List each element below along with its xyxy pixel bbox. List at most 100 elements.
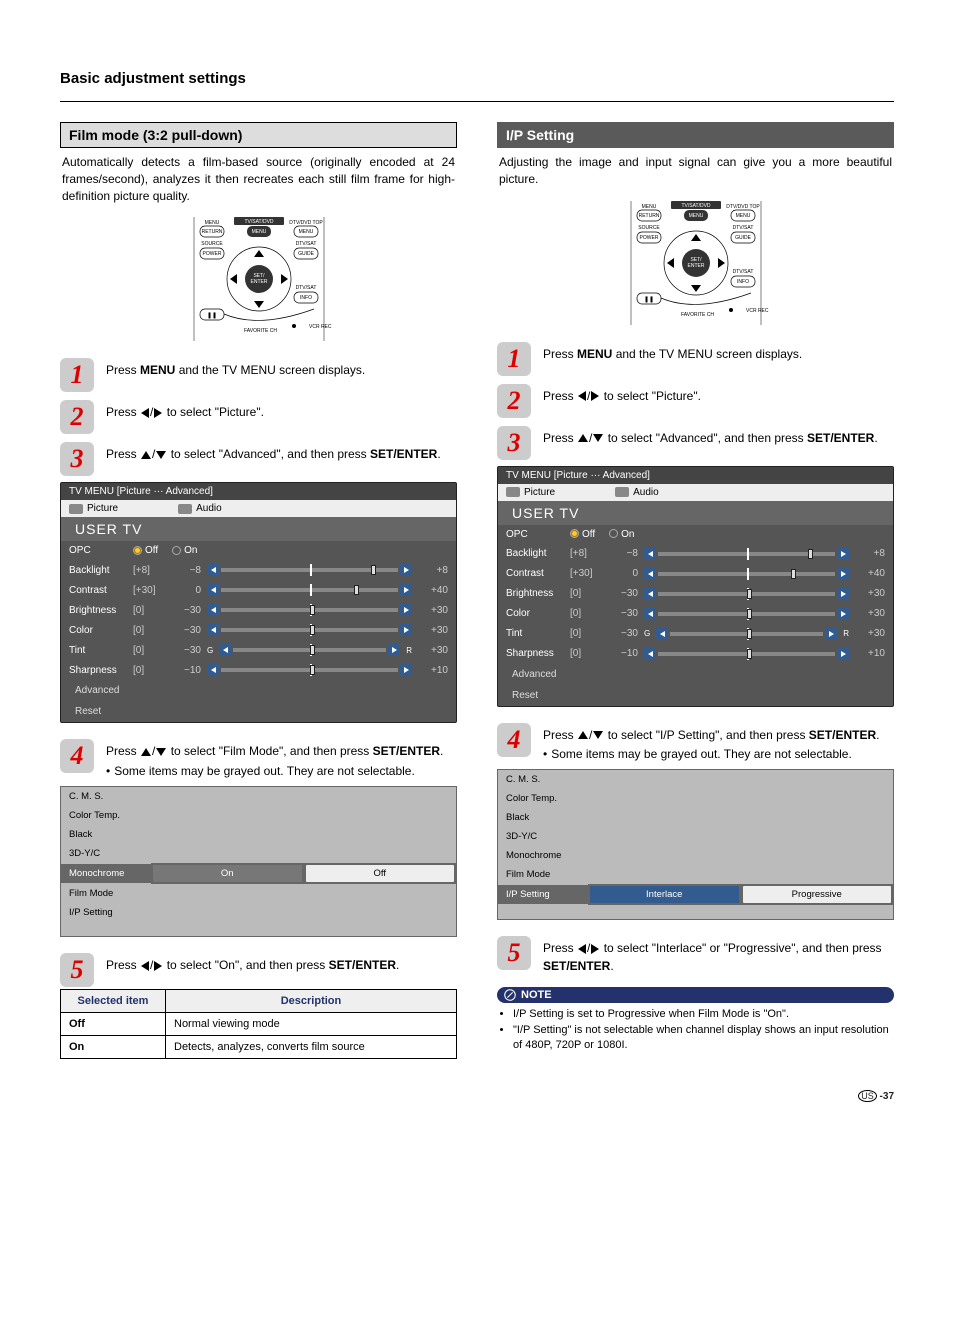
slider-right-icon: [400, 624, 412, 636]
osd-slider-row: Tint[0]−30GR+30: [61, 640, 456, 660]
up-arrow-icon: [578, 434, 588, 442]
step-badge: 3: [60, 442, 94, 476]
step-badge: 5: [497, 936, 531, 970]
divider: [60, 101, 894, 102]
up-arrow-icon: [141, 451, 151, 459]
step-4: 4 Press / to select "I/P Setting", and t…: [497, 723, 894, 764]
slider-left-icon: [207, 624, 219, 636]
slider-right-icon: [837, 548, 849, 560]
remote-diagram: [601, 198, 791, 328]
submenu-row: Color Temp.: [498, 789, 893, 808]
tv-menu-osd: TV MENU [Picture ··· Advanced] Picture A…: [497, 466, 894, 707]
step-3: 3 Press / to select "Advanced", and then…: [497, 426, 894, 460]
page-footer: US -37: [60, 1091, 894, 1102]
slider-right-icon: [837, 588, 849, 600]
down-arrow-icon: [156, 748, 166, 756]
submenu-row: 3D-Y/C: [61, 844, 456, 863]
section-header-film-mode: Film mode (3:2 pull-down): [60, 122, 457, 148]
right-arrow-icon: [154, 408, 162, 418]
step-badge: 5: [60, 953, 94, 987]
step-badge: 4: [497, 723, 531, 757]
step-badge: 1: [60, 358, 94, 392]
osd-slider-row: Contrast[+30]0+40: [498, 564, 893, 584]
step-1: 1 Press MENU and the TV MENU screen disp…: [60, 358, 457, 392]
tv-menu-osd: TV MENU [Picture ··· Advanced] Picture A…: [60, 482, 457, 723]
left-column: Film mode (3:2 pull-down) Automatically …: [60, 122, 457, 1071]
left-arrow-icon: [578, 944, 586, 954]
slider-left-icon: [644, 608, 656, 620]
step-badge: 3: [497, 426, 531, 460]
advanced-submenu: C. M. S.Color Temp.Black3D-Y/CMonochrome…: [497, 769, 894, 920]
osd-breadcrumb: TV MENU [Picture ··· Advanced]: [61, 483, 456, 500]
slider-right-icon: [400, 564, 412, 576]
osd-slider-row: Backlight[+8]−8+8: [61, 560, 456, 580]
step-3: 3 Press / to select "Advanced", and then…: [60, 442, 457, 476]
audio-tab-icon: [615, 487, 629, 497]
film-mode-table: Selected itemDescription OffNormal viewi…: [60, 989, 457, 1059]
slider-left-icon: [656, 628, 668, 640]
submenu-row: Monochrome: [498, 846, 893, 865]
page-title: Basic adjustment settings: [60, 70, 894, 87]
osd-slider-row: Sharpness[0]−10+10: [61, 660, 456, 680]
right-arrow-icon: [591, 391, 599, 401]
slider-left-icon: [207, 604, 219, 616]
slider-left-icon: [219, 644, 231, 656]
submenu-row: MonochromeOnOff: [61, 863, 456, 884]
submenu-row: Black: [61, 825, 456, 844]
submenu-row: Film Mode: [61, 884, 456, 903]
right-arrow-icon: [591, 944, 599, 954]
osd-opc-row: OPC Off On: [498, 525, 893, 544]
slider-left-icon: [644, 648, 656, 660]
slider-right-icon: [837, 608, 849, 620]
slider-left-icon: [207, 664, 219, 676]
osd-advanced: Advanced: [61, 680, 456, 701]
down-arrow-icon: [593, 731, 603, 739]
advanced-submenu: C. M. S.Color Temp.Black3D-Y/CMonochrome…: [60, 786, 457, 937]
submenu-row: I/P Setting: [61, 903, 456, 922]
slider-left-icon: [644, 588, 656, 600]
step-1: 1 Press MENU and the TV MENU screen disp…: [497, 342, 894, 376]
note-item: I/P Setting is set to Progressive when F…: [513, 1007, 894, 1022]
slider-left-icon: [644, 568, 656, 580]
slider-right-icon: [837, 568, 849, 580]
slider-right-icon: [388, 644, 400, 656]
down-arrow-icon: [593, 434, 603, 442]
left-arrow-icon: [141, 961, 149, 971]
picture-tab-icon: [69, 504, 83, 514]
slider-right-icon: [837, 648, 849, 660]
section-header-ip-setting: I/P Setting: [497, 122, 894, 148]
osd-tabs: Picture Audio: [61, 500, 456, 517]
slider-right-icon: [400, 604, 412, 616]
step-2: 2 Press / to select "Picture".: [60, 400, 457, 434]
remote-diagram: [164, 214, 354, 344]
osd-slider-row: Backlight[+8]−8+8: [498, 544, 893, 564]
step-5: 5 Press / to select "On", and then press…: [60, 953, 457, 987]
osd-slider-row: Tint[0]−30GR+30: [498, 624, 893, 644]
step-4: 4 Press / to select "Film Mode", and the…: [60, 739, 457, 780]
step-badge: 1: [497, 342, 531, 376]
step-badge: 4: [60, 739, 94, 773]
submenu-row: Film Mode: [498, 865, 893, 884]
osd-slider-row: Sharpness[0]−10+10: [498, 644, 893, 664]
osd-usertv: USER TV: [61, 517, 456, 541]
info-icon: [503, 988, 517, 1002]
osd-slider-row: Brightness[0]−30+30: [498, 584, 893, 604]
right-arrow-icon: [154, 961, 162, 971]
step-badge: 2: [497, 384, 531, 418]
submenu-row: I/P SettingInterlaceProgressive: [498, 884, 893, 905]
left-arrow-icon: [578, 391, 586, 401]
picture-tab-icon: [506, 487, 520, 497]
submenu-row: C. M. S.: [498, 770, 893, 789]
intro-text: Automatically detects a film-based sourc…: [60, 154, 457, 204]
submenu-row: 3D-Y/C: [498, 827, 893, 846]
up-arrow-icon: [578, 731, 588, 739]
osd-usertv: USER TV: [498, 501, 893, 525]
notes-list: I/P Setting is set to Progressive when F…: [497, 1007, 894, 1053]
radio-off-icon: [172, 546, 181, 555]
slider-right-icon: [400, 584, 412, 596]
step-5: 5 Press / to select "Interlace" or "Prog…: [497, 936, 894, 975]
step-2: 2 Press / to select "Picture".: [497, 384, 894, 418]
slider-right-icon: [400, 664, 412, 676]
submenu-row: Black: [498, 808, 893, 827]
osd-reset: Reset: [498, 685, 893, 706]
